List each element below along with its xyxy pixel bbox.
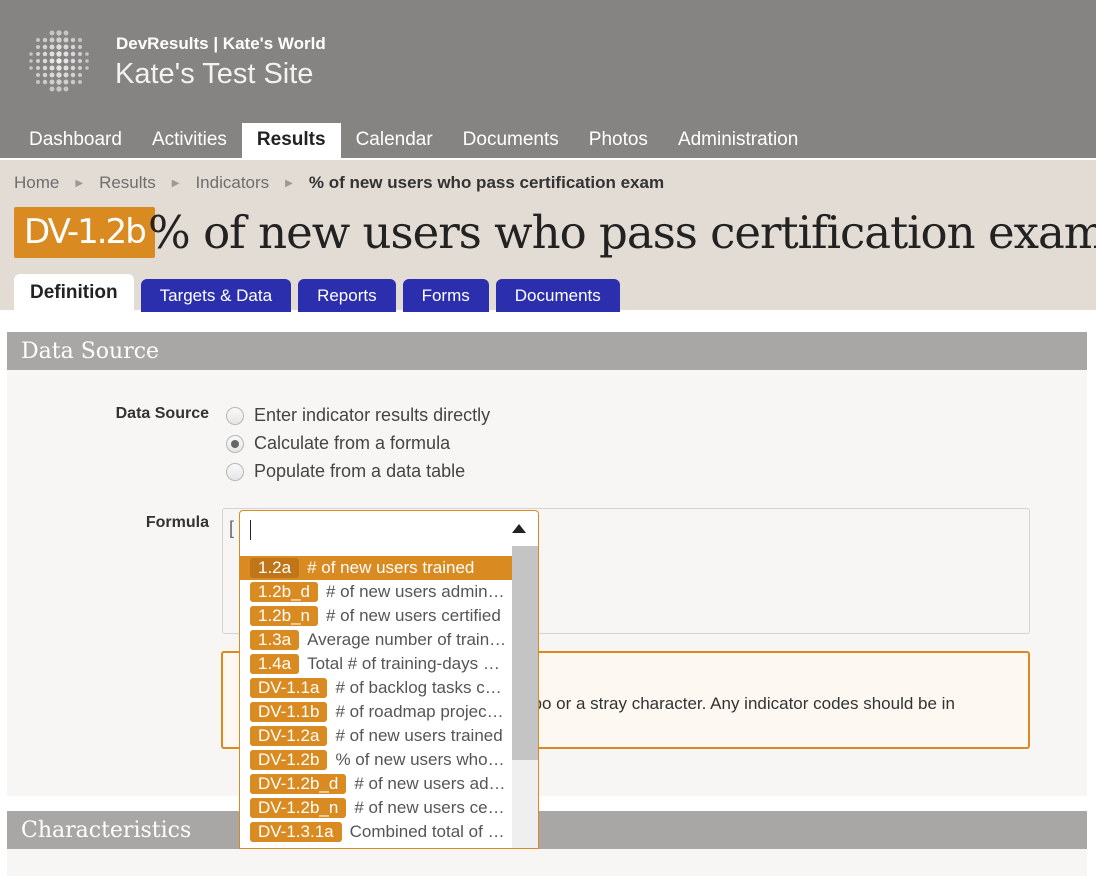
nav-photos[interactable]: Photos — [574, 123, 663, 158]
dropdown-list: 1.2a # of new users trained 1.2b_d # of new… — [240, 556, 512, 844]
dropdown-option[interactable]: DV-1.2b_n # of new users certified — [240, 796, 512, 820]
warning-message: ypo or a stray character. Any indicator … — [524, 694, 955, 713]
tab-definition[interactable]: Definition — [14, 274, 134, 312]
tab-forms[interactable]: Forms — [402, 279, 489, 312]
option-label: # of new users administered the exam — [326, 582, 512, 601]
option-label: # of new users certified — [354, 798, 512, 817]
nav-calendar[interactable]: Calendar — [341, 123, 448, 158]
radio-enter-directly[interactable]: Enter indicator results directly — [226, 405, 490, 426]
option-label: Average number of training hours — [307, 630, 512, 649]
indicator-tabs: Definition Targets & Data Reports Forms … — [14, 274, 627, 312]
nav-results[interactable]: Results — [241, 123, 341, 158]
tab-documents[interactable]: Documents — [495, 279, 620, 312]
nav-documents[interactable]: Documents — [448, 123, 574, 158]
data-source-label: Data Source — [115, 405, 209, 422]
dropdown-option[interactable]: DV-1.3.1a Combined total of training hour… — [240, 820, 512, 844]
tab-reports[interactable]: Reports — [298, 279, 396, 312]
indicator-search-combo[interactable] — [239, 510, 539, 547]
indicator-code-badge: DV-1.2b — [14, 207, 155, 258]
option-label: # of roadmap projects completed — [335, 702, 512, 721]
dropdown-option[interactable]: 1.4a Total # of training-days delivered — [240, 652, 512, 676]
dropdown-option[interactable]: 1.2b_d # of new users administered the ex… — [240, 580, 512, 604]
breadcrumb-separator-icon: ▶ — [171, 177, 180, 189]
text-cursor — [250, 520, 251, 540]
radio-label[interactable]: Populate from a data table — [254, 461, 465, 482]
nav-activities[interactable]: Activities — [137, 123, 242, 158]
option-code-badge: DV-1.2b_d — [250, 774, 347, 794]
radio-calculate-formula[interactable]: Calculate from a formula — [226, 433, 450, 454]
option-code-badge: 1.2b_d — [250, 582, 318, 602]
breadcrumb-current: % of new users who pass certification ex… — [308, 173, 665, 192]
formula-text[interactable]: [ — [229, 518, 234, 539]
breadcrumb-results[interactable]: Results — [99, 173, 156, 193]
formula-label: Formula — [145, 514, 209, 531]
caret-up-icon[interactable] — [512, 524, 526, 533]
dropdown-option[interactable]: DV-1.2b % of new users who pass certifica… — [240, 748, 512, 772]
option-code-badge: DV-1.3.1a — [250, 822, 342, 842]
globe-dots-logo-icon[interactable] — [24, 26, 94, 96]
characteristics-heading: Characteristics — [7, 811, 1087, 849]
option-label: # of new users trained — [307, 558, 475, 577]
dropdown-option[interactable]: DV-1.1a # of backlog tasks completed — [240, 676, 512, 700]
option-code-badge: DV-1.2b — [250, 750, 328, 770]
data-source-heading: Data Source — [7, 332, 1087, 370]
option-label: Total # of training-days delivered — [307, 654, 512, 673]
radio-button[interactable] — [226, 462, 244, 481]
site-header: DevResults | Kate's World Kate's Test Si… — [0, 0, 1096, 158]
breadcrumb-separator-icon: ▶ — [75, 177, 84, 189]
dropdown-option[interactable]: DV-1.2b_d # of new users administered the… — [240, 772, 512, 796]
breadcrumb: Home ▶ Results ▶ Indicators ▶ % of new u… — [14, 173, 664, 193]
dropdown-scrollbar[interactable] — [512, 546, 538, 848]
option-label: % of new users who pass certification ex… — [335, 750, 512, 769]
option-label: # of new users trained — [335, 726, 503, 745]
tab-targets-data[interactable]: Targets & Data — [140, 279, 292, 312]
option-label: Combined total of training hours — [349, 822, 512, 841]
dropdown-option[interactable]: DV-1.1b # of roadmap projects completed — [240, 700, 512, 724]
option-code-badge: DV-1.1a — [250, 678, 328, 698]
option-code-badge: DV-1.2a — [250, 726, 328, 746]
page-title: % of new users who pass certification ex… — [148, 206, 1096, 259]
option-label: # of backlog tasks completed — [335, 678, 512, 697]
site-name[interactable]: Kate's Test Site — [115, 58, 313, 91]
radio-label[interactable]: Calculate from a formula — [254, 433, 450, 454]
option-label: # of new users administered the exam — [354, 774, 512, 793]
radio-button[interactable] — [226, 406, 244, 425]
radio-populate-table[interactable]: Populate from a data table — [226, 461, 465, 482]
nav-administration[interactable]: Administration — [663, 123, 813, 158]
dropdown-option[interactable]: 1.2a # of new users trained — [240, 556, 512, 580]
radio-label[interactable]: Enter indicator results directly — [254, 405, 490, 426]
nav-dashboard[interactable]: Dashboard — [14, 123, 137, 158]
option-label: # of new users certified — [326, 606, 501, 625]
option-code-badge: DV-1.2b_n — [250, 798, 347, 818]
indicator-dropdown: 1.2a # of new users trained 1.2b_d # of new… — [239, 546, 539, 849]
dropdown-option[interactable]: 1.3a Average number of training hours — [240, 628, 512, 652]
breadcrumb-home[interactable]: Home — [14, 173, 59, 193]
dropdown-option[interactable]: DV-1.2a # of new users trained — [240, 724, 512, 748]
option-code-badge: DV-1.1b — [250, 702, 328, 722]
option-code-badge: 1.2a — [250, 558, 300, 578]
option-code-badge: 1.4a — [250, 654, 300, 674]
option-code-badge: 1.2b_n — [250, 606, 318, 626]
scrollbar-thumb[interactable] — [512, 546, 538, 760]
breadcrumb-indicators[interactable]: Indicators — [195, 173, 269, 193]
org-name[interactable]: DevResults | Kate's World — [116, 34, 326, 54]
breadcrumb-separator-icon: ▶ — [285, 177, 293, 189]
option-code-badge: 1.3a — [250, 630, 300, 650]
radio-button-checked[interactable] — [226, 434, 244, 453]
characteristics-body — [7, 849, 1087, 876]
dropdown-option[interactable]: 1.2b_n # of new users certified — [240, 604, 512, 628]
main-nav: Dashboard Activities Results Calendar Do… — [14, 123, 813, 158]
indicator-header: Home ▶ Results ▶ Indicators ▶ % of new u… — [0, 158, 1096, 312]
